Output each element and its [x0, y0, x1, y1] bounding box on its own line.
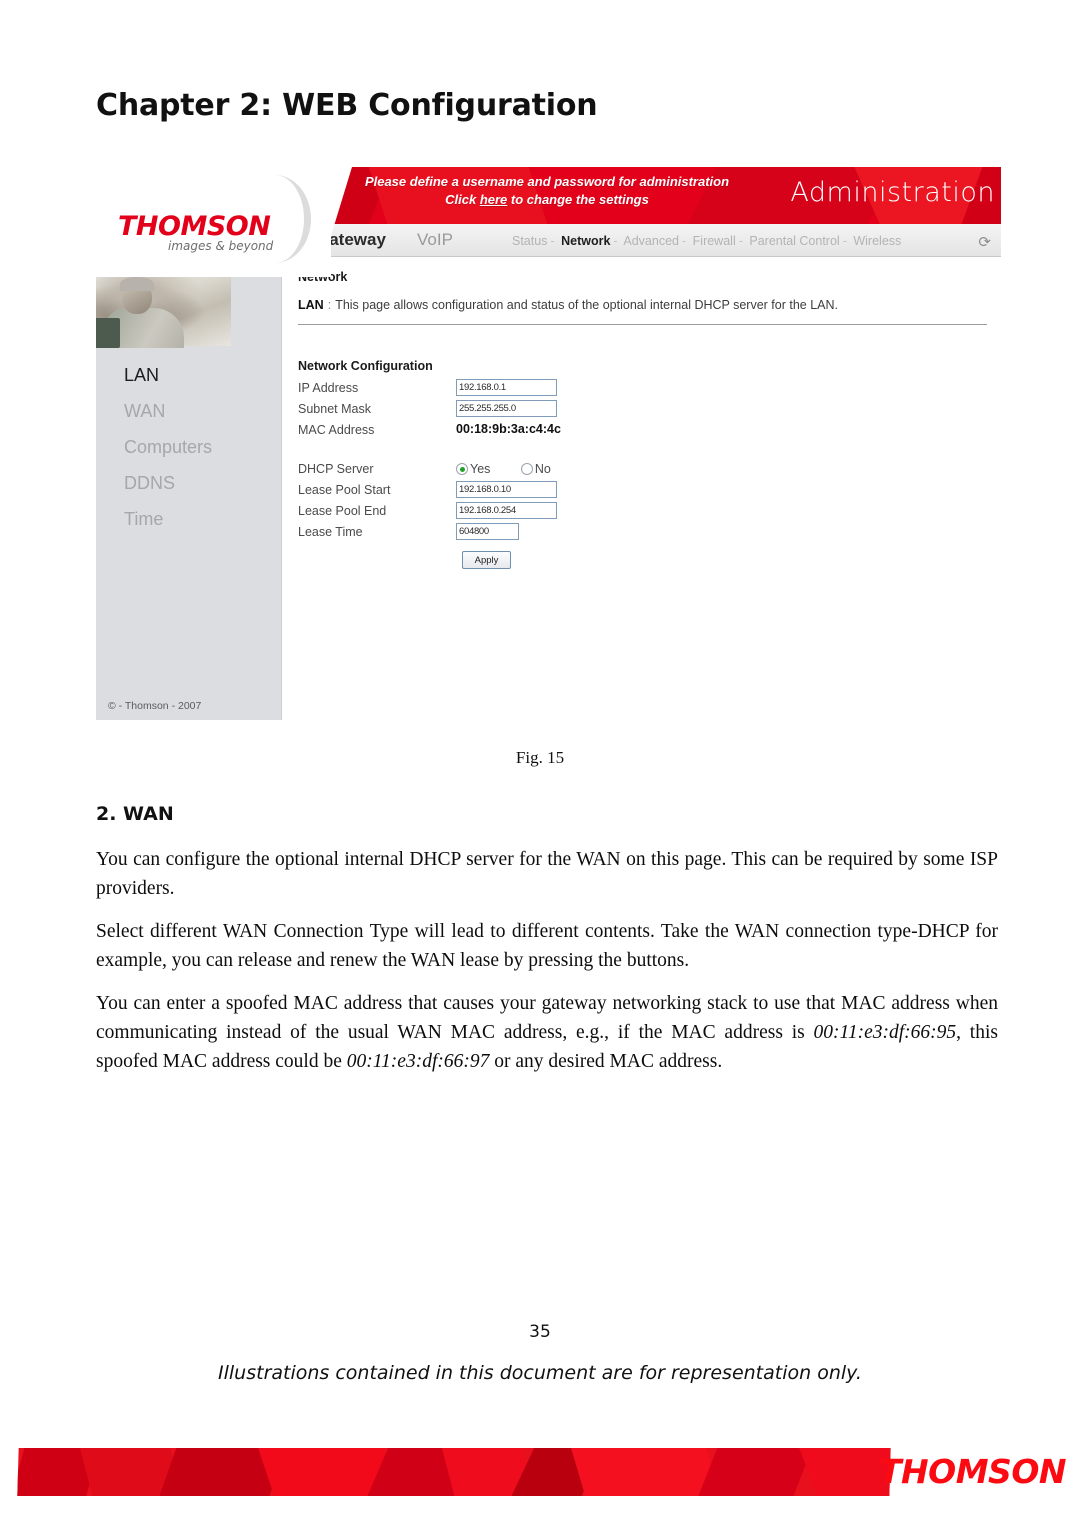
content-page-label: LAN	[298, 298, 324, 312]
lease-pool-start-input[interactable]: 192.168.0.10	[456, 481, 557, 498]
sidebar-item-time[interactable]: Time	[96, 501, 281, 537]
banner-title: Administration	[790, 177, 995, 208]
dhcp-radio-group: Yes No	[456, 460, 577, 478]
subnav-separator: -	[738, 234, 743, 248]
photo-person-hair	[120, 277, 154, 291]
router-banner: Please define a username and password fo…	[282, 167, 1001, 224]
sidebar-item-lan[interactable]: LAN	[96, 357, 281, 393]
radio-dot-icon	[520, 463, 533, 475]
description-colon: :	[327, 298, 332, 312]
subnet-mask-input[interactable]: 255.255.255.0	[456, 400, 557, 417]
paragraph-3-mac-2: 00:11:e3:df:66:97	[346, 1051, 490, 1072]
content-description: LAN: This page allows configuration and s…	[298, 298, 987, 312]
footer-facet	[568, 1448, 723, 1496]
figure-caption: Fig. 15	[515, 748, 565, 767]
refresh-icon[interactable]: ⟳	[978, 233, 991, 251]
banner-message: Please define a username and password fo…	[332, 173, 762, 209]
paragraph-3-text-3: or any desired MAC address.	[489, 1051, 723, 1072]
subnav-separator: -	[550, 234, 555, 248]
dhcp-radio-no[interactable]: No	[520, 462, 551, 476]
sidebar-item-ddns[interactable]: DDNS	[96, 465, 281, 501]
content-divider	[298, 324, 987, 325]
content-section-title: Network	[298, 270, 348, 284]
lease-pool-start-label: Lease Pool Start	[298, 483, 391, 497]
photo-laptop	[96, 318, 120, 348]
thomson-logo: THOMSON images & beyond	[96, 167, 352, 277]
row-subnet-mask: Subnet Mask 255.255.255.0	[298, 400, 987, 421]
form-title: Network Configuration	[298, 359, 433, 373]
row-lease-pool-start: Lease Pool Start 192.168.0.10	[298, 481, 987, 502]
row-mac-address: MAC Address 00:18:9b:3a:c4:4c	[298, 421, 987, 442]
ip-address-input[interactable]: 192.168.0.1	[456, 379, 557, 396]
page-disclaimer: Illustrations contained in this document…	[218, 1362, 862, 1384]
page-title: Chapter 2: WEB Configuration	[96, 88, 598, 123]
lease-time-input[interactable]: 604800	[456, 523, 519, 540]
dhcp-radio-yes-label: Yes	[470, 462, 491, 476]
footer-facet	[795, 1448, 891, 1496]
subnav-item-parental-control[interactable]: Parental Control	[749, 234, 839, 248]
dhcp-radio-yes[interactable]: Yes	[456, 462, 490, 476]
subnav-item-status[interactable]: Status	[512, 234, 547, 248]
footer-facet	[694, 1448, 817, 1496]
router-content: Network LAN: This page allows configurati…	[282, 258, 1001, 720]
subnet-mask-label: Subnet Mask	[298, 402, 371, 416]
subnav-separator: -	[613, 234, 618, 248]
sidebar-copyright: © - Thomson - 2007	[108, 700, 202, 712]
banner-click-prefix: Click	[445, 192, 480, 207]
router-admin-screenshot: Please define a username and password fo…	[96, 167, 1001, 720]
form-spacer	[298, 442, 987, 460]
sidebar-photo	[96, 274, 231, 348]
row-ip-address: IP Address 192.168.0.1	[298, 379, 987, 400]
router-menubar: Gateway VoIP Status - Network - Advanced - …	[282, 224, 1001, 257]
router-sidebar: LAN WAN Computers DDNS Time © - Thomson …	[96, 274, 282, 720]
subnav-item-wireless[interactable]: Wireless	[853, 234, 901, 248]
sidebar-item-computers[interactable]: Computers	[96, 429, 281, 465]
radio-dot-icon	[456, 463, 468, 475]
row-lease-time: Lease Time 604800	[298, 523, 987, 544]
logo-tagline: images & beyond	[168, 239, 274, 253]
mac-address-label: MAC Address	[298, 423, 375, 437]
page-number: 35	[529, 1322, 551, 1342]
body-paragraph-2: Select different WAN Connection Type wil…	[96, 921, 998, 971]
apply-button[interactable]: Apply	[462, 551, 511, 569]
banner-click-suffix: to change the settings	[507, 192, 649, 207]
banner-message-line1: Please define a username and password fo…	[364, 174, 730, 189]
footer-thomson-logo: THOMSON	[879, 1452, 1066, 1491]
content-description-text: This page allows configuration and statu…	[335, 298, 839, 312]
banner-here-link[interactable]: here	[480, 192, 507, 207]
subnav-item-firewall[interactable]: Firewall	[693, 234, 736, 248]
sidebar-nav: LAN WAN Computers DDNS Time	[96, 357, 281, 537]
body-paragraph-1: You can configure the optional internal …	[96, 849, 998, 899]
lease-time-label: Lease Time	[298, 525, 363, 539]
footer-band: THOMSON	[0, 1430, 1080, 1528]
router-subnav: Status - Network - Advanced - Firewall - Par…	[512, 234, 901, 248]
dhcp-server-label: DHCP Server	[298, 462, 374, 476]
sidebar-item-wan[interactable]: WAN	[96, 393, 281, 429]
subnav-separator: -	[842, 234, 847, 248]
subnav-item-network[interactable]: Network	[561, 234, 610, 248]
subnav-item-advanced[interactable]: Advanced	[623, 234, 679, 248]
section-heading-wan: 2. WAN	[96, 803, 174, 825]
mac-address-value: 00:18:9b:3a:c4:4c	[456, 422, 561, 436]
lease-pool-end-label: Lease Pool End	[298, 504, 387, 518]
paragraph-3-mac-1: 00:11:e3:df:66:95	[813, 1022, 957, 1043]
banner-message-line2: Click here to change the settings	[332, 191, 762, 209]
ip-address-label: IP Address	[298, 381, 359, 395]
subnav-separator: -	[682, 234, 687, 248]
row-dhcp-server: DHCP Server Yes No	[298, 460, 987, 481]
row-lease-pool-end: Lease Pool End 192.168.0.254	[298, 502, 987, 523]
logo-wordmark: THOMSON	[118, 211, 271, 242]
footer-graphic	[17, 1448, 891, 1496]
dhcp-radio-no-label: No	[534, 462, 551, 476]
body-paragraph-3: You can enter a spoofed MAC address that…	[96, 989, 998, 1076]
lease-pool-end-input[interactable]: 192.168.0.254	[456, 502, 557, 519]
menu-item-voip[interactable]: VoIP	[417, 230, 453, 250]
network-configuration-form: Network Configuration IP Address 192.168…	[298, 359, 987, 569]
